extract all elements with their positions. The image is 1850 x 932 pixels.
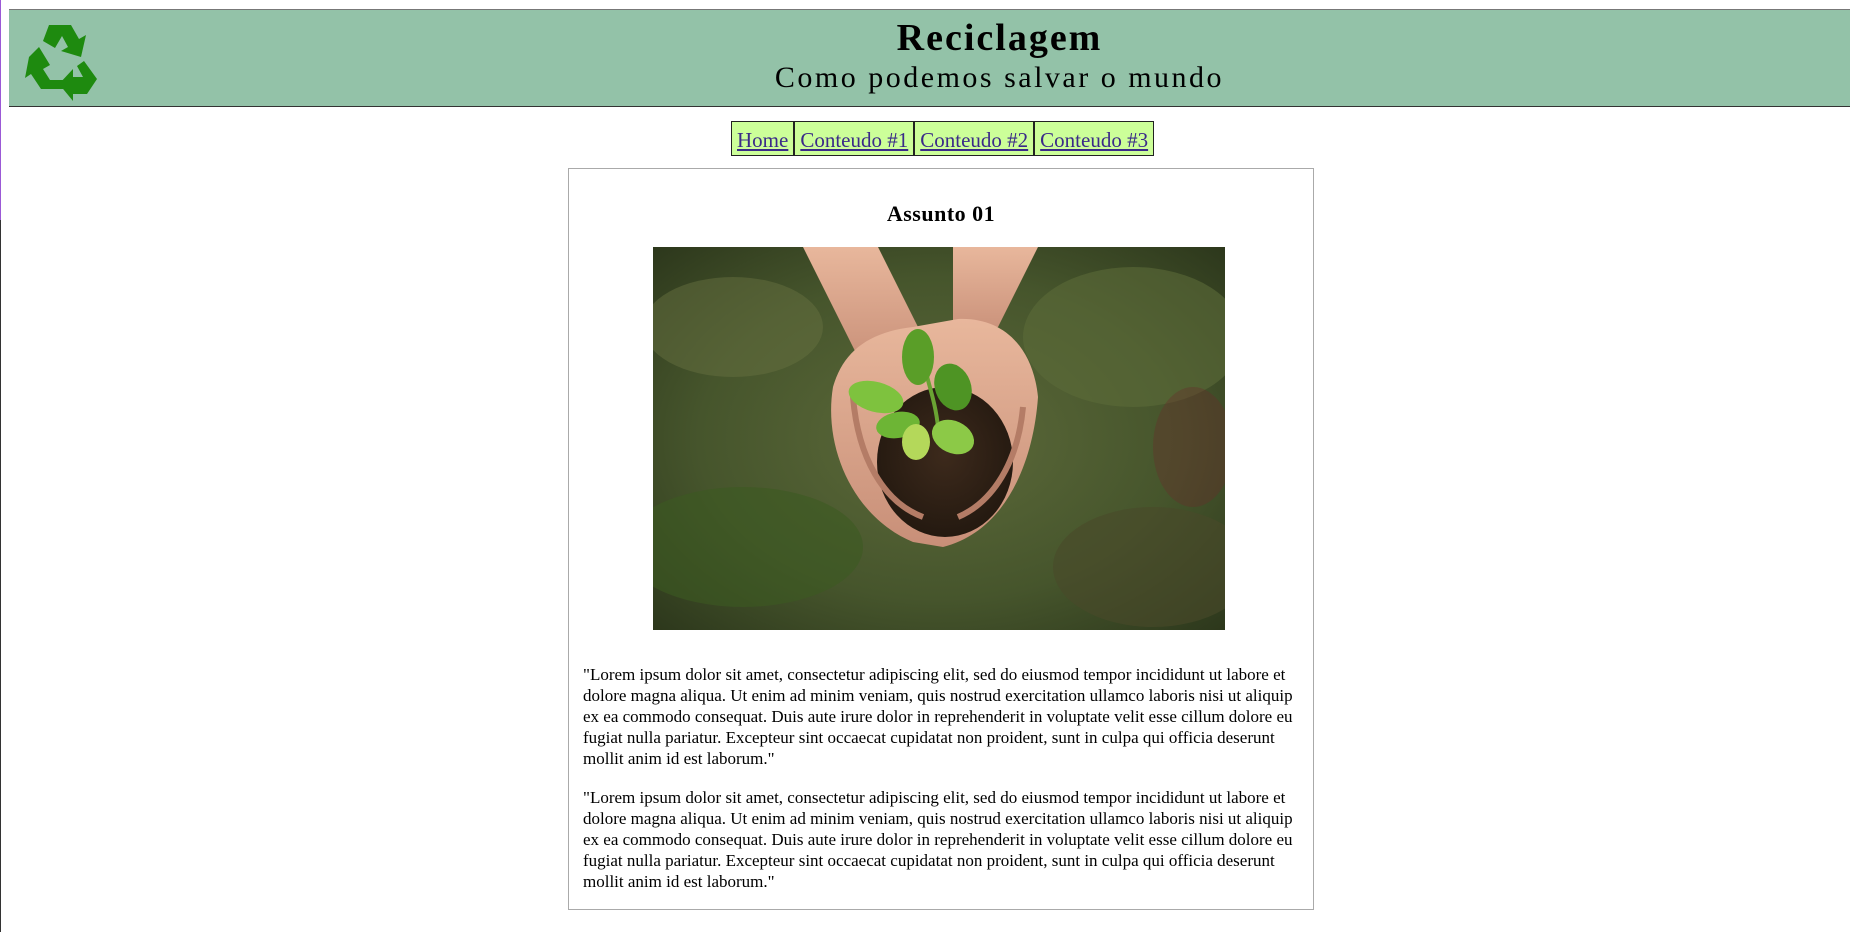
nav-link-conteudo-1[interactable]: Conteudo #1 <box>794 121 915 156</box>
site-title: Reciclagem <box>896 17 1103 59</box>
site-subtitle: Como podemos salvar o mundo <box>774 61 1225 94</box>
article-title: Assunto 01 <box>886 201 996 226</box>
article-card: Assunto 01 "Lorem ipsum dolor sit amet, … <box>568 168 1314 910</box>
nav-link-conteudo-2[interactable]: Conteudo #2 <box>914 121 1035 156</box>
seedling-in-hands-image <box>653 247 1225 630</box>
nav-link-home[interactable]: Home <box>731 121 795 156</box>
site-header: Reciclagem Como podemos salvar o mundo <box>9 9 1850 107</box>
main-nav: Home Conteudo #1 Conteudo #2 Conteudo #3 <box>731 121 1155 156</box>
nav-link-conteudo-3[interactable]: Conteudo #3 <box>1034 121 1155 156</box>
article-paragraph: "Lorem ipsum dolor sit amet, consectetur… <box>583 788 1293 891</box>
article-paragraph: "Lorem ipsum dolor sit amet, consectetur… <box>583 665 1293 768</box>
window-left-edge <box>0 0 1 932</box>
header-titles: Reciclagem Como podemos salvar o mundo <box>9 16 1850 96</box>
page-top-margin <box>0 0 1850 9</box>
